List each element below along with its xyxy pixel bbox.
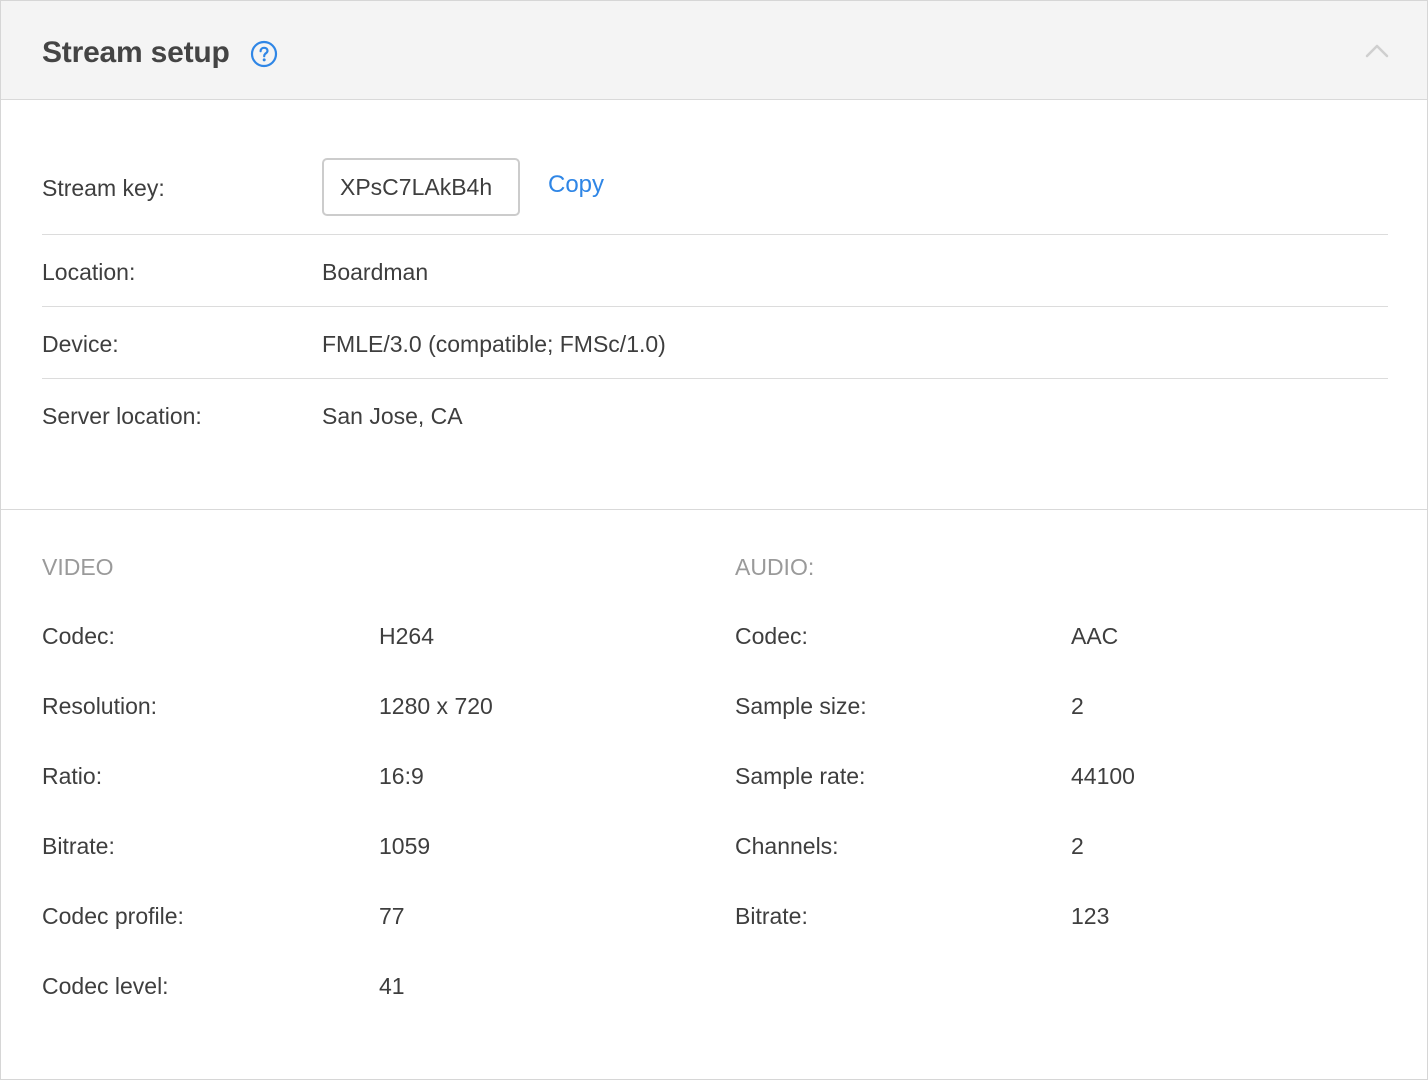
- video-bitrate-label: Bitrate:: [42, 833, 115, 859]
- audio-sample-rate-value: 44100: [1071, 763, 1135, 789]
- divider: [42, 234, 1388, 235]
- copy-link[interactable]: Copy: [548, 171, 604, 199]
- divider: [42, 378, 1388, 379]
- video-resolution-value: 1280 x 720: [379, 693, 493, 719]
- device-value: FMLE/3.0 (compatible; FMSc/1.0): [322, 331, 666, 357]
- location-value: Boardman: [322, 259, 429, 285]
- video-codec-profile-label: Codec profile:: [42, 903, 184, 929]
- audio-sample-rate-label: Sample rate:: [735, 763, 866, 789]
- section-separator: [1, 509, 1427, 510]
- video-bitrate-value: 1059: [379, 833, 431, 859]
- audio-heading: AUDIO:: [735, 554, 815, 580]
- audio-codec-label: Codec:: [735, 623, 808, 649]
- audio-codec-value: AAC: [1071, 623, 1119, 649]
- video-codec-profile-value: 77: [379, 903, 405, 929]
- video-codec-level-value: 41: [379, 973, 405, 999]
- video-codec-label: Codec:: [42, 623, 115, 649]
- audio-channels-value: 2: [1071, 833, 1084, 859]
- server-location-label: Server location:: [42, 403, 202, 429]
- chevron-up-icon[interactable]: [1363, 41, 1391, 61]
- device-label: Device:: [42, 331, 119, 357]
- panel-title: Stream setup: [42, 36, 230, 69]
- panel-header[interactable]: Stream setup: [1, 1, 1427, 100]
- audio-channels-label: Channels:: [735, 833, 839, 859]
- video-ratio-label: Ratio:: [42, 763, 103, 789]
- divider: [42, 306, 1388, 307]
- help-icon[interactable]: [250, 40, 278, 68]
- video-ratio-value: 16:9: [379, 763, 424, 789]
- audio-sample-size-label: Sample size:: [735, 693, 867, 719]
- video-codec-level-label: Codec level:: [42, 973, 169, 999]
- audio-sample-size-value: 2: [1071, 693, 1084, 719]
- stream-key-input[interactable]: [322, 158, 520, 216]
- video-heading: VIDEO: [42, 554, 114, 580]
- audio-bitrate-label: Bitrate:: [735, 903, 808, 929]
- audio-bitrate-value: 123: [1071, 903, 1110, 929]
- video-codec-value: H264: [379, 623, 434, 649]
- server-location-value: San Jose, CA: [322, 403, 463, 429]
- stream-setup-panel: Stream setup Stream key: Copy Location: …: [0, 0, 1428, 1080]
- location-label: Location:: [42, 259, 136, 285]
- stream-key-label: Stream key:: [42, 175, 165, 201]
- video-resolution-label: Resolution:: [42, 693, 158, 719]
